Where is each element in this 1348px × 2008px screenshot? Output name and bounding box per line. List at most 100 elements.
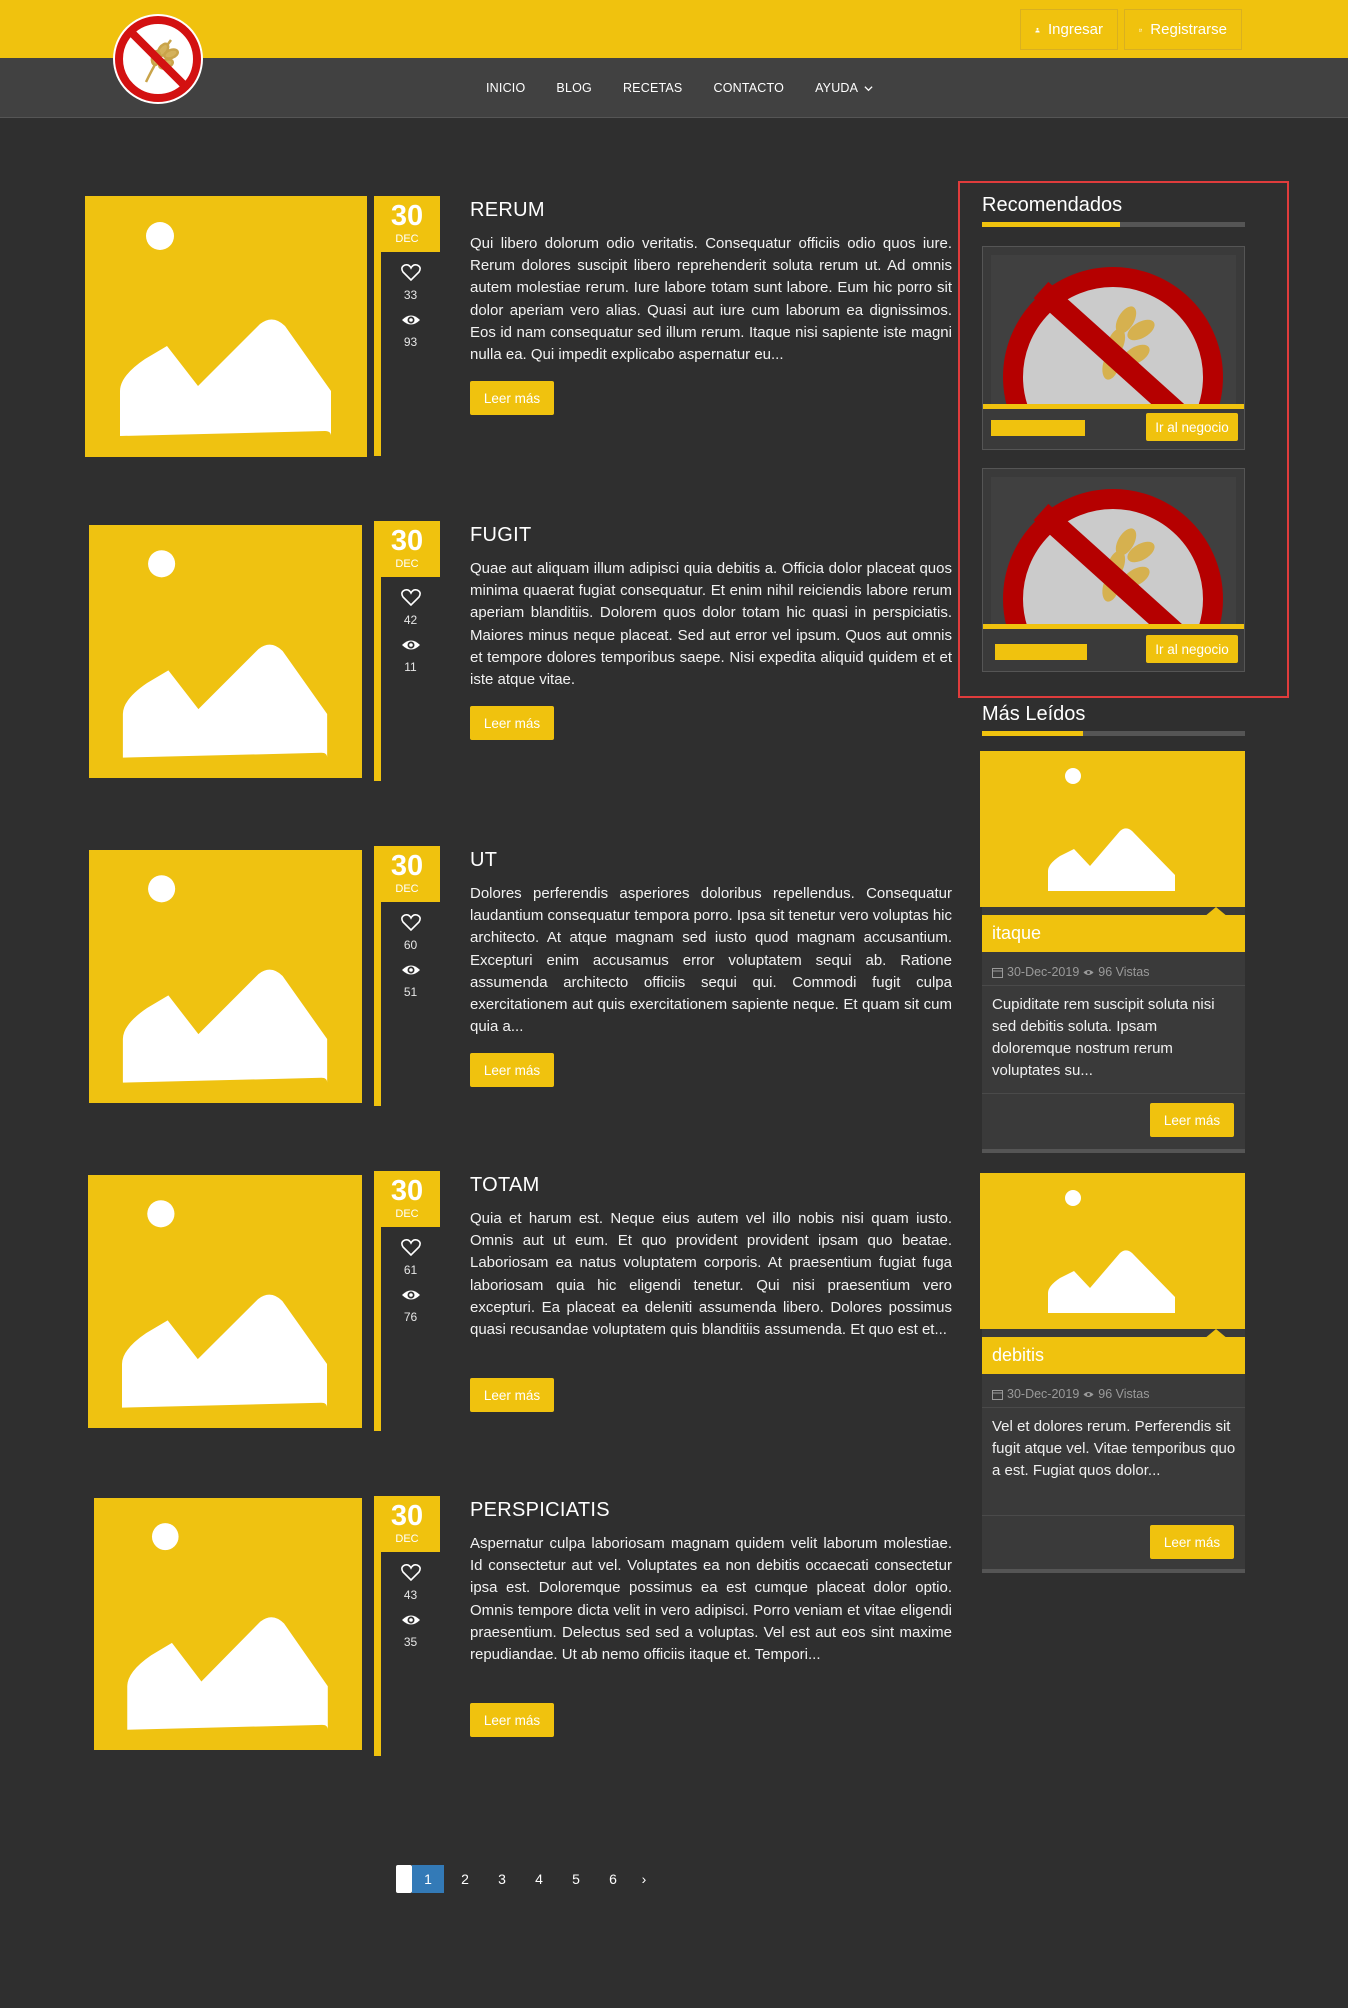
page-3[interactable]: 3 [486, 1865, 518, 1893]
date-badge: 30 DEC [374, 846, 440, 902]
most-read-image[interactable] [980, 1173, 1245, 1329]
most-read-image[interactable] [980, 751, 1245, 907]
eye-icon [1083, 969, 1094, 975]
recommended-bar [983, 624, 1244, 629]
likes-count: 33 [403, 288, 418, 302]
date-column: 30 DEC 43 35 [374, 1496, 440, 1756]
go-to-business-button[interactable]: Ir al negocio [1146, 413, 1238, 441]
date-badge: 30 DEC [374, 1496, 440, 1552]
nav-item-blog[interactable]: BLOG [556, 81, 592, 95]
views-stat: 93 [381, 311, 440, 349]
post-meta: 30-Dec-2019 96 Vistas [992, 1387, 1149, 1401]
most-read-titlebar[interactable]: debitis [982, 1337, 1245, 1374]
date-month: DEC [395, 883, 419, 895]
pagination-prev[interactable] [396, 1864, 412, 1893]
heart-icon [400, 914, 421, 932]
likes-stat[interactable]: 42 [381, 589, 440, 627]
views-stat: 11 [381, 636, 440, 674]
nav-item-inicio[interactable]: INICIO [486, 81, 525, 95]
views-count: 93 [403, 335, 418, 349]
recommended-image[interactable] [991, 477, 1236, 627]
date-day: 30 [390, 200, 424, 232]
eye-icon [401, 1615, 420, 1625]
read-more-button[interactable]: Leer más [1150, 1525, 1234, 1559]
read-more-button[interactable]: Leer más [470, 1378, 554, 1412]
article-image[interactable] [89, 525, 362, 778]
calendar-icon [992, 1389, 1003, 1400]
no-gluten-icon [1003, 489, 1223, 627]
image-placeholder-icon [122, 875, 328, 1083]
page-6[interactable]: 6 [597, 1865, 629, 1893]
likes-stat[interactable]: 43 [381, 1564, 440, 1602]
nav-item-recetas[interactable]: RECETAS [623, 81, 683, 95]
views-count: 35 [403, 1635, 418, 1649]
views-count: 11 [404, 660, 417, 674]
article-title[interactable]: PERSPICIATIS [470, 1499, 610, 1522]
article-title[interactable]: TOTAM [470, 1174, 540, 1197]
go-to-business-button[interactable]: Ir al negocio [1146, 635, 1238, 663]
article-card: 30 DEC 33 93 RERUM Qui libero dolorum od… [0, 196, 960, 461]
post-views: 96 Vistas [1098, 965, 1150, 979]
recommended-name-placeholder [995, 644, 1087, 660]
date-day: 30 [390, 1175, 424, 1207]
recommended-image[interactable] [991, 255, 1236, 405]
article-image[interactable] [89, 850, 362, 1103]
user-icon [1035, 27, 1040, 32]
article-card: 30 DEC 43 35 PERSPICIATIS Aspernatur cul… [0, 1496, 960, 1761]
heart-icon [400, 589, 421, 607]
heart-icon [400, 1564, 421, 1582]
article-card: 30 DEC 42 11 FUGIT Quae aut aliquam illu… [0, 521, 960, 786]
page-1[interactable]: 1 [412, 1864, 444, 1893]
date-day: 30 [390, 850, 424, 882]
eye-icon [401, 965, 420, 975]
date-day: 30 [390, 1500, 424, 1532]
article-card: 30 DEC 61 76 TOTAM Quia et harum est. Ne… [0, 1171, 960, 1436]
most-read-excerpt: Vel et dolores rerum. Perferendis sit fu… [992, 1418, 1236, 1479]
chevron-down-icon [864, 85, 873, 91]
no-gluten-logo-icon[interactable] [111, 12, 205, 106]
post-meta: 30-Dec-2019 96 Vistas [992, 965, 1149, 979]
recommended-card: Ir al negocio [982, 468, 1245, 672]
nav-label: INICIO [486, 81, 526, 95]
likes-count: 43 [403, 1588, 418, 1602]
date-column: 30 DEC 33 93 [374, 196, 440, 456]
article-image[interactable] [85, 196, 367, 457]
most-read-item-title: debitis [992, 1345, 1045, 1365]
read-more-button[interactable]: Leer más [1150, 1103, 1234, 1137]
post-views: 96 Vistas [1098, 1387, 1150, 1401]
login-label: Ingresar [1047, 21, 1103, 38]
date-month: DEC [395, 233, 419, 245]
heart-icon [400, 1239, 421, 1257]
most-read-titlebar[interactable]: itaque [982, 915, 1245, 952]
date-badge: 30 DEC [374, 1171, 440, 1227]
likes-stat[interactable]: 33 [381, 264, 440, 302]
likes-count: 42 [403, 613, 418, 627]
article-image[interactable] [94, 1498, 362, 1750]
register-button[interactable]: Registrarse [1124, 9, 1242, 50]
divider [982, 1407, 1245, 1408]
article-excerpt: Quia et harum est. Neque eius autem vel … [470, 1210, 952, 1339]
article-title[interactable]: UT [470, 849, 497, 872]
likes-count: 60 [403, 938, 418, 952]
heart-icon [400, 264, 421, 282]
likes-stat[interactable]: 61 [381, 1239, 440, 1277]
divider [982, 1515, 1245, 1516]
article-title[interactable]: FUGIT [470, 524, 532, 547]
article-image[interactable] [88, 1175, 362, 1428]
nav-item-ayuda[interactable]: AYUDA [815, 81, 873, 95]
nav-item-contacto[interactable]: CONTACTO [713, 81, 784, 95]
likes-stat[interactable]: 60 [381, 914, 440, 952]
pagination-next[interactable]: › [634, 1865, 654, 1893]
article-title[interactable]: RERUM [470, 199, 545, 222]
image-placeholder-icon [120, 222, 331, 436]
read-more-button[interactable]: Leer más [470, 1703, 554, 1737]
read-more-button[interactable]: Leer más [470, 1053, 554, 1087]
views-stat: 76 [381, 1286, 440, 1324]
date-badge: 30 DEC [374, 521, 440, 577]
page-4[interactable]: 4 [523, 1865, 555, 1893]
page-2[interactable]: 2 [449, 1865, 481, 1893]
read-more-button[interactable]: Leer más [470, 706, 554, 740]
page-5[interactable]: 5 [560, 1865, 592, 1893]
read-more-button[interactable]: Leer más [470, 381, 554, 415]
login-button[interactable]: Ingresar [1020, 9, 1118, 50]
